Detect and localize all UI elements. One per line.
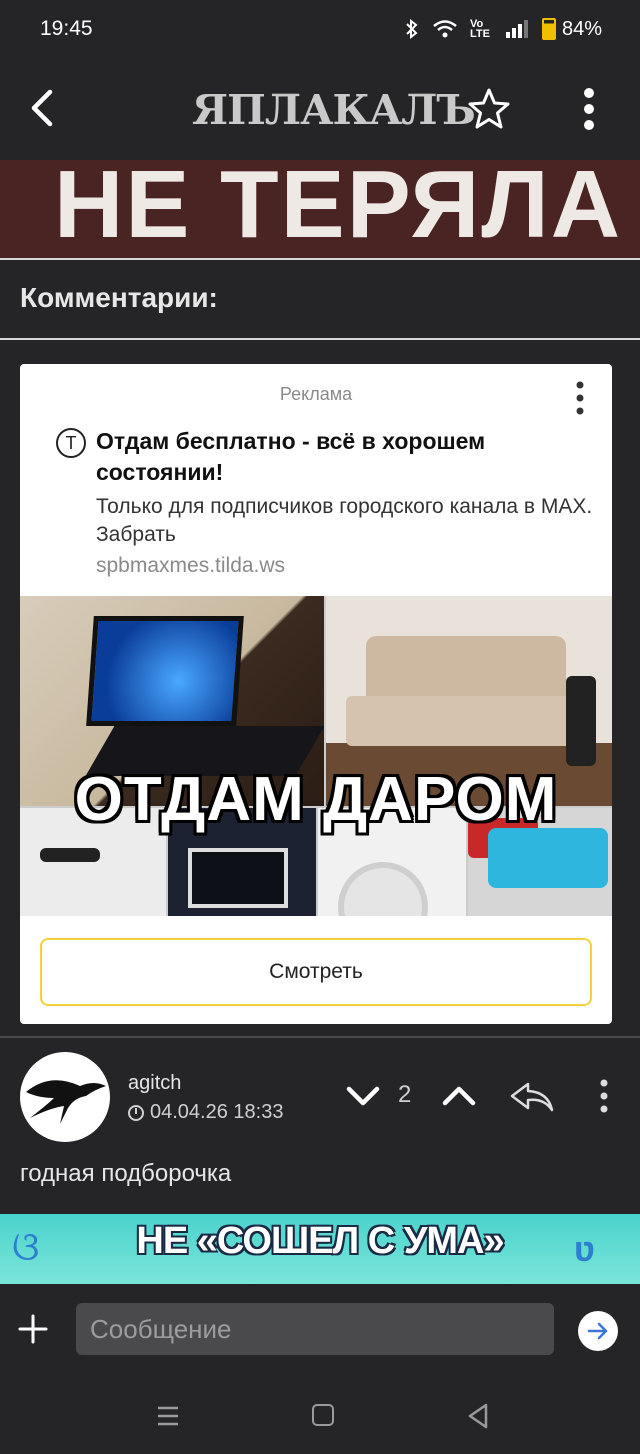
battery: 84% <box>541 17 602 41</box>
vote-count: 2 <box>398 1081 412 1108</box>
comment-author[interactable]: agitch <box>128 1072 181 1095</box>
ad-headline[interactable]: Отдам бесплатно - всё в хорошем состояни… <box>96 426 596 488</box>
advertiser-logo-icon: T <box>56 428 86 458</box>
comment-image[interactable]: ଓ ʋ НЕ «СОШЕЛ С УМА» <box>0 1214 640 1284</box>
comment-text: годная подборочка <box>20 1160 232 1187</box>
divider <box>0 258 640 260</box>
battery-icon <box>541 18 556 40</box>
status-time: 19:45 <box>40 17 93 40</box>
more-vert-icon[interactable] <box>596 1078 612 1114</box>
bluetooth-icon <box>406 19 418 39</box>
status-bar: 19:45 Vo LTE 84% <box>0 0 640 58</box>
post-banner-text: НЕ ТЕРЯЛА <box>54 160 623 258</box>
signal-icon <box>505 20 528 38</box>
recent-apps-icon[interactable] <box>156 1404 180 1428</box>
status-icons: Vo LTE 84% <box>404 18 602 41</box>
system-nav-bar <box>0 1380 640 1454</box>
divider <box>0 1036 640 1038</box>
wifi-icon <box>433 20 457 38</box>
ad-image-text: ОТДАМ ДАРОМ <box>74 765 558 834</box>
clock-icon <box>128 1104 144 1121</box>
chevron-up-icon[interactable] <box>440 1080 478 1112</box>
comments-title: Комментарии: <box>20 282 218 313</box>
comment-date-text: 04.04.26 18:33 <box>150 1101 284 1123</box>
send-icon <box>587 1322 608 1340</box>
send-button[interactable] <box>578 1311 618 1351</box>
network-type-label: Vo LTE <box>469 18 490 40</box>
ad-card[interactable]: Реклама T Отдам бесплатно - всё в хороше… <box>20 364 612 1024</box>
site-logo[interactable]: ЯПЛАКАЛЪ <box>192 86 476 134</box>
post-image-banner: НЕ ТЕРЯЛА <box>0 160 640 258</box>
battery-percent: 84% <box>561 17 602 40</box>
ad-image[interactable]: ОТДАМ ДАРОМ <box>20 596 612 916</box>
message-composer <box>0 1284 640 1380</box>
message-input[interactable] <box>76 1303 554 1355</box>
ad-view-button[interactable]: Смотреть <box>40 938 592 1006</box>
app-header: ЯПЛАКАЛЪ <box>0 58 640 160</box>
avatar[interactable] <box>20 1052 110 1142</box>
plus-icon[interactable] <box>18 1314 48 1344</box>
star-icon[interactable] <box>466 86 512 132</box>
nav-back-icon[interactable] <box>466 1402 490 1430</box>
more-vert-icon[interactable] <box>574 380 586 416</box>
back-icon[interactable] <box>26 88 62 128</box>
chevron-down-icon[interactable] <box>344 1080 382 1112</box>
divider <box>0 338 640 340</box>
bird-avatar-icon <box>26 1080 106 1124</box>
more-vert-icon[interactable] <box>580 86 598 132</box>
comment-image-text: НЕ «СОШЕЛ С УМА» <box>136 1220 504 1262</box>
reply-icon[interactable] <box>508 1078 556 1114</box>
ad-description: Только для подписчиков городского канала… <box>96 495 593 546</box>
home-icon[interactable] <box>312 1404 334 1426</box>
ad-domain[interactable]: spbmaxmes.tilda.ws <box>96 554 285 578</box>
comment-date: 04.04.26 18:33 <box>128 1101 283 1124</box>
ad-label: Реклама <box>279 384 353 404</box>
